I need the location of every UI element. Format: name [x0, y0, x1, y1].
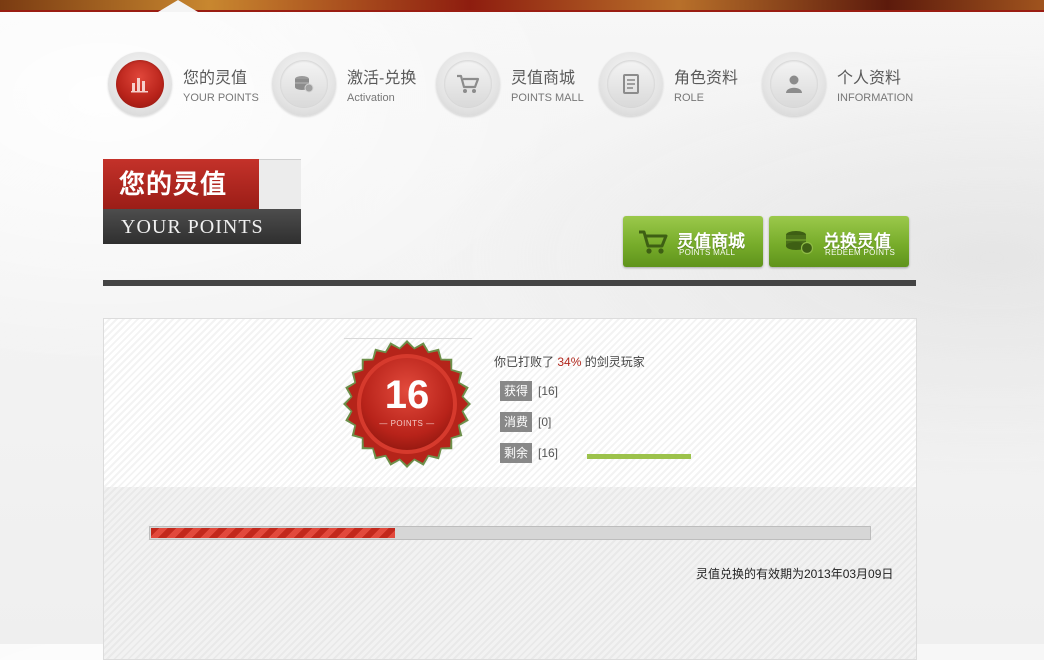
redeem-points-button[interactable]: 兑换灵值 REDEEM POINTS [769, 216, 909, 267]
nav-circle [599, 52, 663, 116]
nav-label-en: ROLE [674, 92, 704, 104]
nav-label-en: YOUR POINTS [183, 92, 259, 104]
points-mall-button[interactable]: 灵值商城 POINTS MALL [623, 216, 763, 267]
nav-item-role[interactable]: 角色资料 ROLE [599, 52, 759, 118]
section-divider [103, 280, 916, 286]
main-nav: 您的灵值 YOUR POINTS 激活-兑换 Activation 灵值商城 P… [108, 52, 918, 118]
nav-label-cn: 个人资料 [837, 70, 902, 87]
remaining-mini-bar [587, 454, 691, 459]
stat-label: 剩余 [500, 443, 532, 463]
top-notch [158, 0, 198, 12]
nav-label-en: POINTS MALL [511, 92, 584, 104]
rank-summary: 你已打败了 34% 的剑灵玩家 [494, 353, 645, 370]
rank-percent: 34% [557, 355, 582, 369]
nav-circle [762, 52, 826, 116]
expiry-notice: 灵值兑换的有效期为2013年03月09日 [696, 567, 894, 581]
rank-summary-suffix: 的剑灵玩家 [581, 355, 645, 369]
cart-icon [444, 60, 492, 108]
nav-label-cn: 您的灵值 [183, 70, 248, 87]
stat-value: [16] [538, 384, 559, 398]
stat-label: 消费 [500, 412, 532, 432]
section-title-tab [259, 159, 301, 210]
coins-icon [783, 228, 815, 256]
nav-circle [272, 52, 336, 116]
points-total: 16 [384, 373, 430, 417]
section-title: 您的灵值 YOUR POINTS [103, 159, 301, 244]
points-mall-button-sublabel: POINTS MALL [679, 248, 736, 257]
section-title-en: YOUR POINTS [103, 209, 301, 244]
document-icon [607, 60, 655, 108]
nav-label-en: INFORMATION [837, 92, 914, 104]
points-badge: 16 — POINTS — [342, 339, 472, 469]
nav-label-en: Activation [347, 92, 395, 104]
stat-value: [0] [538, 415, 552, 429]
stat-value: [16] [538, 446, 559, 460]
points-panel: 16 — POINTS — 你已打败了 34% 的剑灵玩家 获得 [16] 消费… [103, 318, 917, 660]
coins-icon [280, 60, 328, 108]
nav-item-points-mall[interactable]: 灵值商城 POINTS MALL [436, 52, 596, 118]
nav-circle [108, 52, 172, 116]
top-ornament-bar [0, 0, 1044, 12]
user-icon [770, 60, 818, 108]
points-unit-label: — POINTS — [379, 419, 435, 428]
bar-chart-icon [116, 60, 164, 108]
nav-item-your-points[interactable]: 您的灵值 YOUR POINTS [108, 52, 268, 118]
cart-icon [637, 228, 669, 256]
nav-label-cn: 角色资料 [674, 70, 739, 87]
nav-item-information[interactable]: 个人资料 INFORMATION [762, 52, 922, 118]
nav-label-cn: 灵值商城 [511, 70, 576, 87]
nav-circle [436, 52, 500, 116]
nav-item-activation[interactable]: 激活-兑换 Activation [272, 52, 432, 118]
rank-summary-prefix: 你已打败了 [494, 355, 558, 369]
points-progress-fill [151, 528, 395, 538]
stat-label: 获得 [500, 381, 532, 401]
points-progress-bar [149, 526, 871, 540]
section-title-cn: 您的灵值 [103, 159, 275, 209]
nav-label-cn: 激活-兑换 [347, 70, 417, 87]
redeem-points-button-sublabel: REDEEM POINTS [825, 248, 896, 257]
